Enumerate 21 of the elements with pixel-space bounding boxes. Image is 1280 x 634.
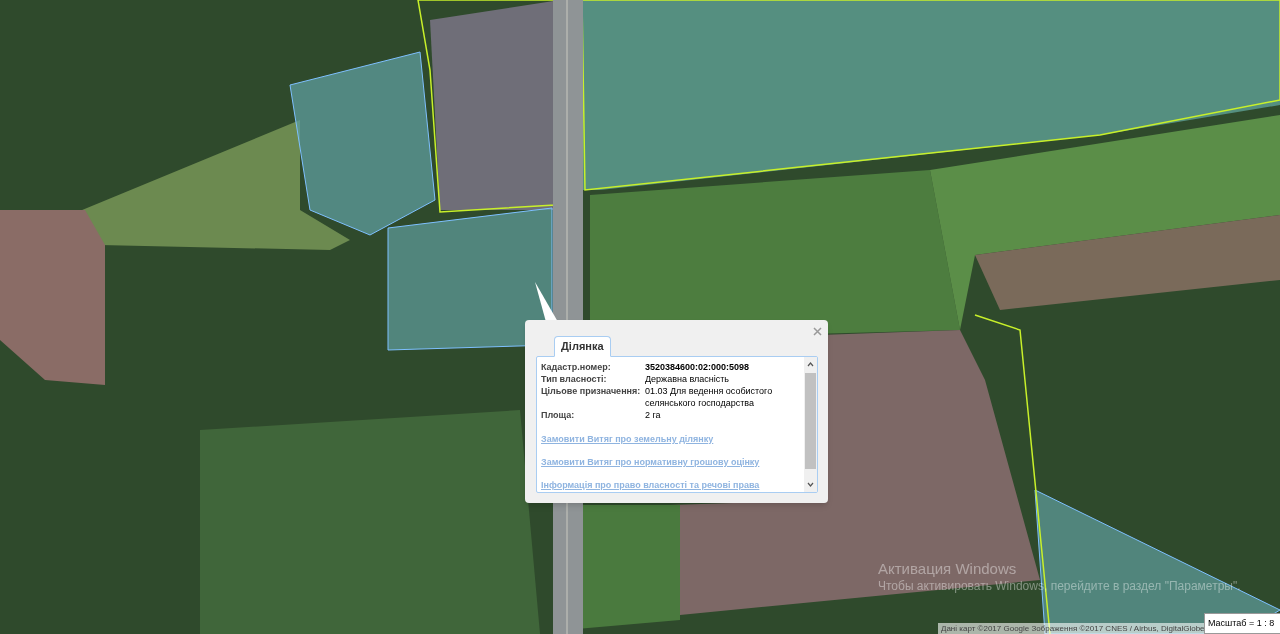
- scroll-down-icon: [807, 482, 814, 487]
- field-label: Кадастр.номер:: [541, 361, 612, 373]
- field-label: Тип власності:: [541, 373, 608, 385]
- activation-title: Активация Windows: [878, 560, 1018, 579]
- popup-pointer: [535, 282, 558, 322]
- field-value: 01.03 Для ведення особистого селянського господарства: [645, 385, 774, 409]
- popup-link[interactable]: Замовити Витяг про земельну ділянку: [541, 434, 714, 444]
- field-label: Цільове призначення:: [541, 385, 642, 398]
- scrollbar-thumb[interactable]: [805, 373, 816, 469]
- map-scale: Масштаб = 1 : 8: [1204, 613, 1280, 634]
- close-icon: [812, 326, 822, 336]
- field-value: 2 га: [645, 409, 662, 421]
- scroll-up-icon: [807, 362, 814, 367]
- popup-link[interactable]: Інформація про право власності та речові права: [541, 480, 760, 490]
- field-value: 3520384600:02:000:5098: [645, 361, 751, 373]
- field-label: Площа:: [541, 409, 576, 421]
- popup-tab[interactable]: Ділянка: [554, 336, 611, 357]
- popup-link[interactable]: Замовити Витяг про нормативну грошову оцінку: [541, 457, 760, 467]
- field-value: Державна власність: [645, 373, 730, 385]
- scrollbar[interactable]: [804, 357, 817, 492]
- close-button[interactable]: [811, 325, 823, 337]
